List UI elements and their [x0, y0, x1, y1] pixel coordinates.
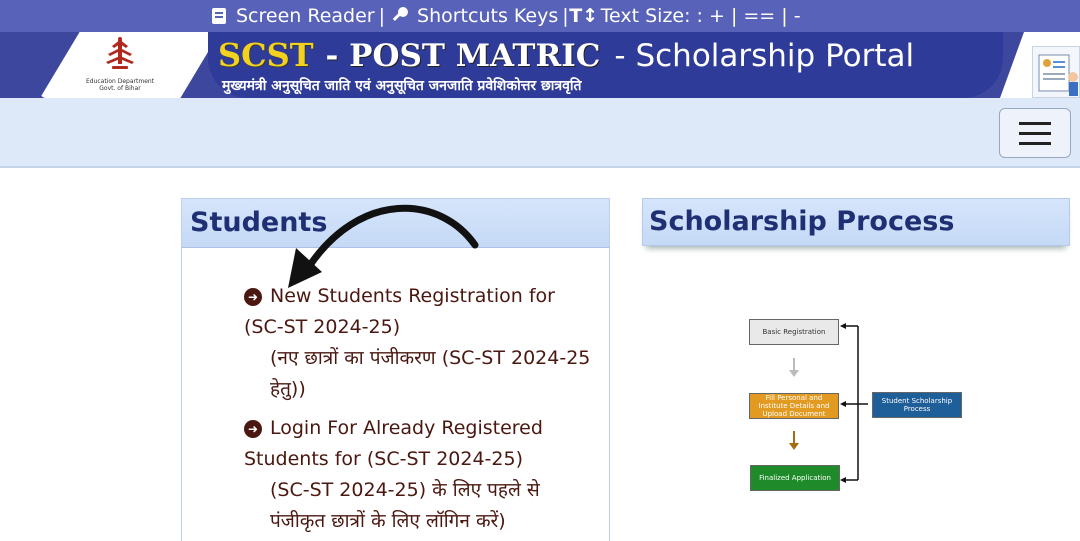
- scholarship-process-heading: Scholarship Process: [642, 198, 1070, 246]
- key-icon[interactable]: [389, 5, 411, 27]
- emblem-icon: [106, 37, 134, 69]
- text-size-icon: T↕: [569, 5, 599, 27]
- flow-basic-registration: Basic Registration: [749, 319, 839, 345]
- screen-reader-link[interactable]: Screen Reader: [236, 5, 375, 27]
- shortcuts-link[interactable]: Shortcuts Keys: [417, 5, 558, 27]
- screen-reader-icon[interactable]: [208, 5, 230, 27]
- circle-arrow-right-icon: ➜: [244, 420, 262, 438]
- hamburger-icon: [1019, 141, 1051, 145]
- flow-arrow-down-icon: [789, 358, 799, 377]
- title-scst: SCST: [218, 36, 314, 74]
- navigation-bar: [0, 98, 1080, 168]
- flow-finalized-application: Finalized Application: [750, 465, 840, 491]
- bihar-education-logo[interactable]: Education Department Govt. of Bihar: [80, 36, 160, 96]
- text-size-controls[interactable]: Text Size: : + | == | -: [601, 5, 801, 27]
- portal-illustration: [1032, 46, 1080, 98]
- login-registered-link[interactable]: ➜ Login For Already Registered Students f…: [244, 413, 599, 537]
- curved-arrow-annotation: [288, 204, 479, 288]
- flow-connector-lines: [840, 323, 868, 483]
- title-scholarship-portal: - Scholarship Portal: [614, 38, 915, 74]
- hamburger-icon: [1019, 131, 1051, 135]
- title-post-matric: - POST MATRIC: [325, 38, 601, 74]
- new-registration-hi[interactable]: (नए छात्रों का पंजीकरण (SC-ST 2024-25 हे…: [244, 343, 599, 405]
- separator: |: [378, 5, 386, 27]
- circle-arrow-right-icon: ➜: [244, 288, 262, 306]
- logo-text-line2: Govt. of Bihar: [99, 85, 141, 92]
- separator: |: [562, 5, 569, 27]
- flow-student-process: Student Scholarship Process: [872, 392, 962, 418]
- logo-text-line1: Education Department: [85, 78, 155, 85]
- portal-title: SCST - POST MATRIC - Scholarship Portal: [218, 36, 914, 76]
- hamburger-icon: [1019, 121, 1051, 125]
- login-registered-hi[interactable]: (SC-ST 2024-25) के लिए पहले से पंजीकृत छ…: [244, 475, 599, 537]
- flow-arrow-down-icon: [789, 431, 799, 450]
- login-registered-en[interactable]: Login For Already Registered Students fo…: [244, 417, 543, 470]
- students-links: ➜ New Students Registration for (SC-ST 20…: [244, 281, 599, 541]
- flow-fill-details: Fill Personal and Institute Details and …: [749, 393, 839, 419]
- hamburger-menu-button[interactable]: [999, 108, 1071, 158]
- hindi-subtitle: मुख्यमंत्री अनुसूचित जाति एवं अनुसूचित ज…: [222, 78, 582, 94]
- accessibility-bar: Screen Reader | Shortcuts Keys | T↕ Text…: [0, 0, 1080, 32]
